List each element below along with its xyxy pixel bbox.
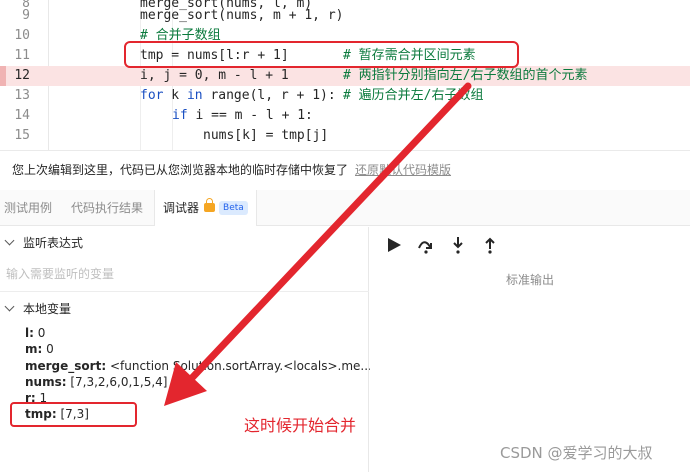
restore-notice-text: 您上次编辑到这里，代码已从您浏览器本地的临时存储中恢复了 bbox=[12, 163, 349, 177]
code-text: i, j = 0, m - l + 1 bbox=[140, 68, 289, 83]
debugger-output-pane: 标准输出 bbox=[370, 227, 690, 472]
code-fragment: k bbox=[163, 88, 187, 103]
code-line-14[interactable]: 14 if i == m - l + 1: bbox=[0, 106, 690, 126]
line-number: 9 bbox=[22, 8, 30, 23]
divider bbox=[0, 291, 369, 292]
variable-value: 0 bbox=[42, 342, 54, 356]
code-line-9[interactable]: 9 merge_sort(nums, m + 1, r) bbox=[0, 6, 690, 26]
code-comment: # 两指针分别指向左/右子数组的首个元素 bbox=[343, 68, 588, 83]
local-variables-title: 本地变量 bbox=[23, 302, 72, 316]
tab-run-result[interactable]: 代码执行结果 bbox=[63, 190, 151, 226]
variable-name: l: bbox=[25, 326, 34, 340]
watch-expression-input[interactable] bbox=[0, 262, 369, 286]
restore-notice: 您上次编辑到这里，代码已从您浏览器本地的临时存储中恢复了 还原默认代码模版 bbox=[0, 150, 690, 186]
annotation-highlight-box bbox=[10, 402, 137, 427]
line-number: 13 bbox=[14, 88, 30, 103]
variable-row[interactable]: m: 0 bbox=[25, 341, 54, 357]
watermark: CSDN @爱学习的大叔 bbox=[500, 444, 653, 462]
code-comment: # 遍历合并左/右子数组 bbox=[343, 88, 484, 103]
watch-expressions-header[interactable]: 监听表达式 bbox=[4, 234, 84, 251]
continue-icon[interactable] bbox=[384, 235, 404, 255]
variable-row[interactable]: l: 0 bbox=[25, 325, 45, 341]
code-text: nums[k] = tmp[j] bbox=[203, 128, 329, 143]
local-variables-header[interactable]: 本地变量 bbox=[4, 300, 72, 317]
tab-debugger-label: 调试器 bbox=[163, 201, 200, 215]
restore-default-template-link[interactable]: 还原默认代码模版 bbox=[355, 161, 451, 178]
step-into-icon[interactable] bbox=[448, 235, 468, 255]
line-number: 10 bbox=[14, 28, 30, 43]
line-number: 15 bbox=[14, 128, 30, 143]
lock-icon bbox=[204, 198, 216, 212]
line-number: 12 bbox=[14, 68, 30, 83]
variable-name: m: bbox=[25, 342, 43, 356]
keyword: for bbox=[140, 88, 164, 103]
variable-row[interactable]: nums: [7,3,2,6,0,1,5,4] bbox=[25, 374, 168, 390]
console-tabs: 测试用例 代码执行结果 调试器 Beta bbox=[0, 190, 690, 226]
keyword: in bbox=[186, 88, 203, 103]
code-text: merge_sort(nums, m + 1, r) bbox=[140, 8, 344, 23]
variable-value: 0 bbox=[33, 326, 46, 340]
variable-name: merge_sort: bbox=[25, 359, 107, 373]
tab-test-cases[interactable]: 测试用例 bbox=[0, 190, 60, 226]
line-number: 11 bbox=[14, 48, 30, 63]
code-editor[interactable]: 8 merge_sort(nums, l, m) 9 merge_sort(nu… bbox=[0, 0, 690, 150]
chevron-down-icon bbox=[4, 301, 15, 312]
code-text: if i == m - l + 1: bbox=[172, 106, 313, 126]
variable-name: nums: bbox=[25, 375, 67, 389]
code-fragment: i == m - l + 1: bbox=[187, 108, 313, 123]
code-text: for k in range(l, r + 1): bbox=[140, 86, 336, 106]
tab-debugger[interactable]: 调试器 Beta bbox=[154, 190, 257, 226]
line-number: 14 bbox=[14, 108, 30, 123]
variable-value: [7,3,2,6,0,1,5,4] bbox=[66, 375, 168, 389]
step-over-icon[interactable] bbox=[416, 235, 436, 255]
watch-expressions-title: 监听表达式 bbox=[23, 236, 84, 250]
variable-row[interactable]: merge_sort: <function Solution.sortArray… bbox=[25, 358, 372, 374]
code-fragment: range(l, r + 1): bbox=[202, 88, 336, 103]
stdout-label: 标准输出 bbox=[505, 273, 554, 287]
keyword: if bbox=[172, 108, 188, 123]
beta-badge: Beta bbox=[219, 200, 248, 215]
step-out-icon[interactable] bbox=[480, 235, 500, 255]
annotation-text: 这时候开始合并 bbox=[244, 416, 357, 435]
code-line-13[interactable]: 13 for k in range(l, r + 1): # 遍历合并左/右子数… bbox=[0, 86, 690, 106]
chevron-down-icon bbox=[4, 235, 15, 246]
annotation-highlight-box bbox=[124, 41, 519, 68]
variable-value: <function Solution.sortArray.<locals>.me… bbox=[106, 359, 372, 373]
code-line-15[interactable]: 15 nums[k] = tmp[j] bbox=[0, 126, 690, 146]
code-line-12-current[interactable]: 12 i, j = 0, m - l + 1 # 两指针分别指向左/右子数组的首… bbox=[0, 66, 690, 86]
